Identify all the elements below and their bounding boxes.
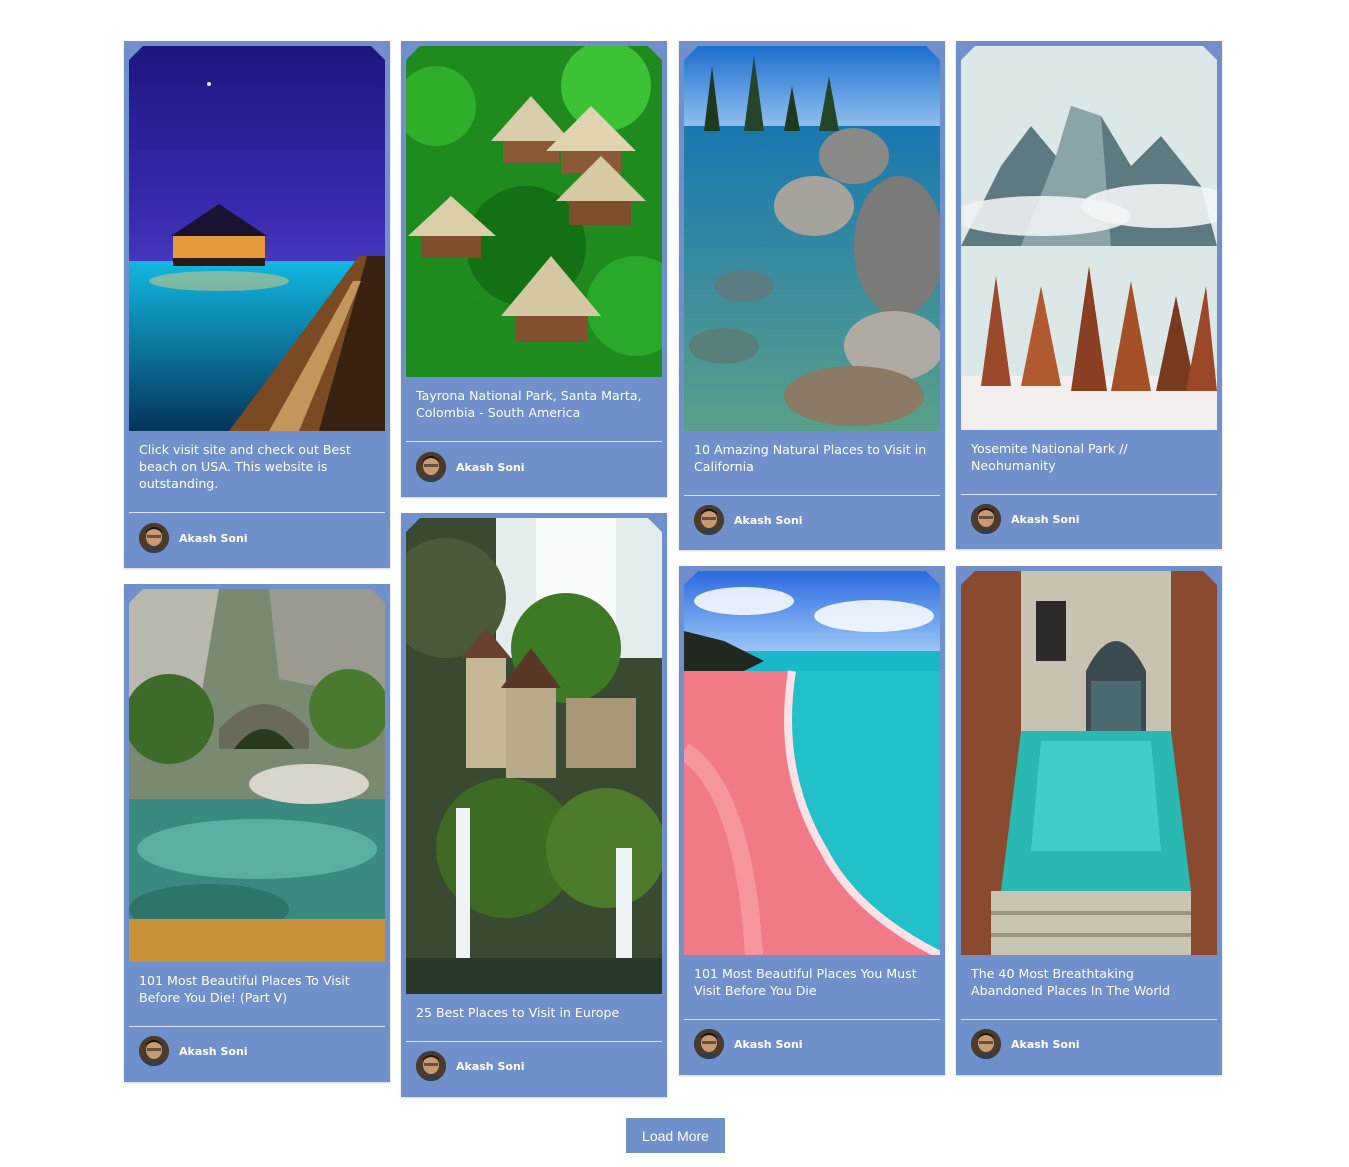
author-name: Akash Soni <box>179 1044 248 1058</box>
pin-author[interactable]: Akash Soni <box>971 504 1080 534</box>
card-divider <box>406 441 662 442</box>
card-divider <box>684 1019 940 1020</box>
pin-author[interactable]: Akash Soni <box>416 452 525 482</box>
card-divider <box>961 1019 1217 1020</box>
avatar <box>971 1029 1001 1059</box>
avatar <box>416 1051 446 1081</box>
pin-caption: 10 Amazing Natural Places to Visit in Ca… <box>694 442 927 474</box>
author-name: Akash Soni <box>734 1037 803 1051</box>
pin-caption: 25 Best Places to Visit in Europe <box>416 1005 620 1020</box>
pin-card[interactable]: 25 Best Places to Visit in Europe Akash … <box>401 513 667 1097</box>
pin-image[interactable] <box>406 46 662 377</box>
pin-author[interactable]: Akash Soni <box>139 1036 248 1066</box>
card-divider <box>129 512 385 513</box>
author-name: Akash Soni <box>734 513 803 527</box>
pin-caption: Tayrona National Park, Santa Marta, Colo… <box>416 388 642 420</box>
pin-card[interactable]: Tayrona National Park, Santa Marta, Colo… <box>401 41 667 497</box>
pin-image[interactable] <box>406 518 662 994</box>
author-name: Akash Soni <box>1011 512 1080 526</box>
card-divider <box>961 494 1217 495</box>
card-divider <box>129 1026 385 1027</box>
pin-card[interactable]: The 40 Most Breathtaking Abandoned Place… <box>956 566 1222 1075</box>
author-name: Akash Soni <box>456 460 525 474</box>
load-more-button[interactable]: Load More <box>626 1118 725 1153</box>
pin-image[interactable] <box>129 589 385 962</box>
avatar <box>971 504 1001 534</box>
avatar <box>694 505 724 535</box>
pin-image[interactable] <box>961 46 1217 430</box>
pin-grid: Click visit site and check out Best beac… <box>0 0 1349 1167</box>
avatar <box>139 523 169 553</box>
pin-author[interactable]: Akash Soni <box>694 505 803 535</box>
pin-card[interactable]: 101 Most Beautiful Places To Visit Befor… <box>124 584 390 1082</box>
pin-caption: 101 Most Beautiful Places You Must Visit… <box>694 966 917 998</box>
pin-image[interactable] <box>684 46 940 431</box>
pin-card[interactable]: Yosemite National Park // Neohumanity Ak… <box>956 41 1222 549</box>
pin-author[interactable]: Akash Soni <box>694 1029 803 1059</box>
pin-author[interactable]: Akash Soni <box>139 523 248 553</box>
card-divider <box>406 1041 662 1042</box>
pin-card[interactable]: 10 Amazing Natural Places to Visit in Ca… <box>679 41 945 550</box>
author-name: Akash Soni <box>179 531 248 545</box>
pin-caption: Yosemite National Park // Neohumanity <box>971 441 1128 473</box>
avatar <box>139 1036 169 1066</box>
pin-caption: The 40 Most Breathtaking Abandoned Place… <box>971 966 1170 998</box>
avatar <box>416 452 446 482</box>
author-name: Akash Soni <box>456 1059 525 1073</box>
pin-caption: Click visit site and check out Best beac… <box>139 442 351 491</box>
pin-image[interactable] <box>961 571 1217 955</box>
pin-image[interactable] <box>684 571 940 955</box>
pin-card[interactable]: 101 Most Beautiful Places You Must Visit… <box>679 566 945 1075</box>
author-name: Akash Soni <box>1011 1037 1080 1051</box>
pin-author[interactable]: Akash Soni <box>416 1051 525 1081</box>
pin-author[interactable]: Akash Soni <box>971 1029 1080 1059</box>
card-divider <box>684 495 940 496</box>
pin-caption: 101 Most Beautiful Places To Visit Befor… <box>139 973 350 1005</box>
pin-image[interactable] <box>129 46 385 431</box>
pin-card[interactable]: Click visit site and check out Best beac… <box>124 41 390 568</box>
avatar <box>694 1029 724 1059</box>
